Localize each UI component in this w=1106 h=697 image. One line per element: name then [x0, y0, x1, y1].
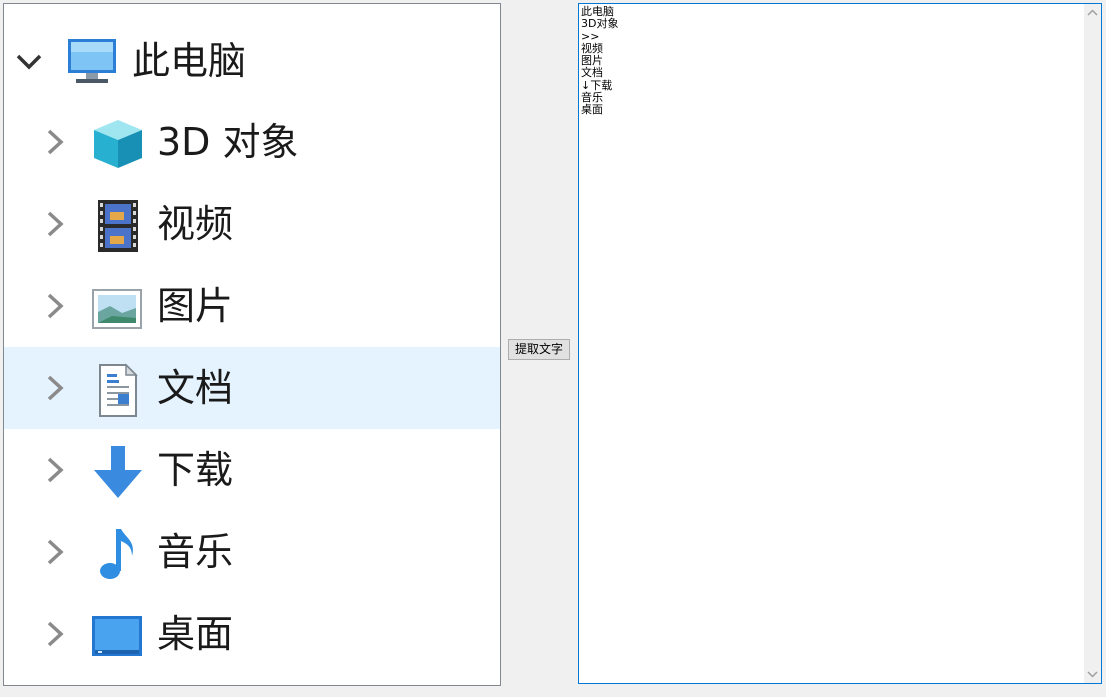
- chevron-right-icon[interactable]: [42, 127, 68, 157]
- tree-item-this-pc[interactable]: 此电脑: [4, 19, 500, 101]
- tree-item-music[interactable]: 音乐: [4, 511, 500, 593]
- tree-item-pictures[interactable]: 图片: [4, 265, 500, 347]
- document-icon: [99, 363, 138, 417]
- chevron-right-icon[interactable]: [42, 209, 68, 239]
- tree-item-label: 视频: [157, 202, 234, 246]
- tree-item-label: 此电脑: [132, 39, 247, 83]
- chevron-down-icon[interactable]: [14, 46, 44, 76]
- vertical-scrollbar[interactable]: [1084, 4, 1101, 683]
- tree-item-3d-objects[interactable]: 3D 对象: [4, 101, 500, 183]
- chevron-right-icon[interactable]: [42, 537, 68, 567]
- tree-item-label: 图片: [157, 284, 234, 328]
- folder-tree-view[interactable]: 此电脑 3D 对象 视频 图片 文档 下载 音乐 桌面: [3, 3, 501, 686]
- tree-item-label: 音乐: [157, 530, 234, 574]
- output-textbox[interactable]: 此电脑 3D对象 >> 视频 图片 文档 ↓下载 音乐 桌面: [578, 3, 1102, 684]
- picture-icon: [92, 289, 142, 329]
- chevron-right-icon[interactable]: [42, 291, 68, 321]
- music-note-icon: [100, 529, 133, 579]
- scroll-up-arrow-icon[interactable]: [1084, 4, 1101, 21]
- extract-text-button[interactable]: 提取文字: [508, 339, 570, 360]
- tree-item-label: 桌面: [157, 612, 234, 656]
- desktop-icon: [92, 616, 142, 656]
- tree-item-label: 3D 对象: [157, 120, 299, 164]
- chevron-right-icon[interactable]: [42, 455, 68, 485]
- video-film-icon: [98, 200, 138, 252]
- tree-item-videos[interactable]: 视频: [4, 183, 500, 265]
- tree-item-documents[interactable]: 文档: [4, 347, 500, 429]
- tree-item-label: 下载: [157, 448, 234, 492]
- cube-3d-icon: [94, 120, 142, 168]
- tree-item-desktop[interactable]: 桌面: [4, 593, 500, 675]
- scroll-down-arrow-icon[interactable]: [1084, 666, 1101, 683]
- chevron-right-icon[interactable]: [42, 373, 68, 403]
- tree-item-label: 文档: [157, 366, 234, 410]
- chevron-right-icon[interactable]: [42, 619, 68, 649]
- output-text: 此电脑 3D对象 >> 视频 图片 文档 ↓下载 音乐 桌面: [581, 5, 619, 117]
- computer-icon: [68, 39, 116, 83]
- tree-item-downloads[interactable]: 下载: [4, 429, 500, 511]
- download-arrow-icon: [94, 446, 142, 498]
